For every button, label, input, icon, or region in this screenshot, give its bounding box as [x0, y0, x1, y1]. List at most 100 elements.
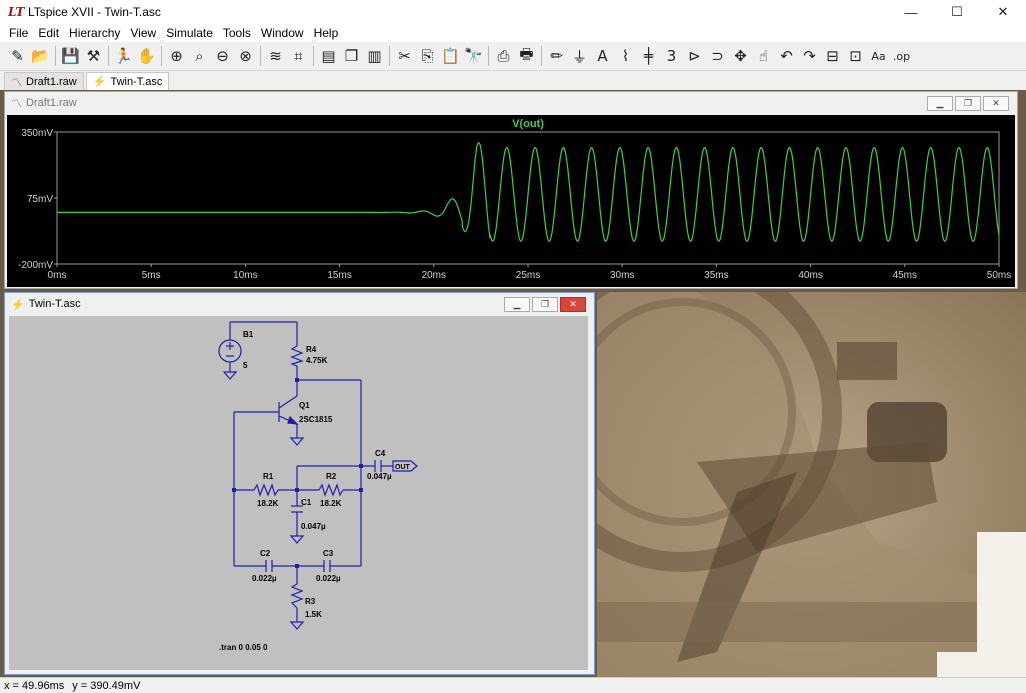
- y-tick-label: 350mV: [21, 128, 53, 139]
- menu-help[interactable]: Help: [309, 26, 344, 40]
- text-button[interactable]: Aa: [867, 44, 890, 68]
- run-button[interactable]: 🏃: [112, 44, 135, 68]
- schematic-window-titlebar[interactable]: ⚡ Twin-T.asc ▁ ❐ ✕: [5, 293, 594, 315]
- zoom-fit-button[interactable]: ⊗: [234, 44, 257, 68]
- schematic-restore-button[interactable]: ❐: [532, 296, 558, 312]
- waveform-restore-button[interactable]: ❐: [955, 95, 981, 111]
- resistor-r2[interactable]: [318, 483, 344, 497]
- r1-value: 18.2K: [257, 499, 279, 508]
- menu-edit[interactable]: Edit: [33, 26, 64, 40]
- pan-button[interactable]: ⌕: [188, 44, 211, 68]
- find-button[interactable]: 🔭: [462, 44, 485, 68]
- autorange-button[interactable]: ≋: [264, 44, 287, 68]
- undo-icon: ↶: [780, 47, 793, 65]
- tab-twin-t-asc[interactable]: ⚡ Twin-T.asc: [85, 72, 170, 90]
- capacitor-button[interactable]: ╪: [637, 44, 660, 68]
- tab-draft1-raw[interactable]: 〽 Draft1.raw: [4, 72, 84, 90]
- status-bar: x = 49.96ms y = 390.49mV: [0, 677, 1026, 693]
- trace-vout[interactable]: [57, 142, 1000, 242]
- menu-simulate[interactable]: Simulate: [161, 26, 218, 40]
- r4-name: R4: [306, 345, 317, 354]
- spice-directive[interactable]: .tran 0 0.05 0: [219, 643, 268, 652]
- print-icon: 🖶: [519, 44, 534, 63]
- cascade-button[interactable]: ❐: [340, 44, 363, 68]
- waveform-minimize-button[interactable]: ▁: [927, 95, 953, 111]
- schematic-window[interactable]: ⚡ Twin-T.asc ▁ ❐ ✕ B1 5 R4 4.75K Q1 2SC1…: [4, 292, 595, 675]
- resistor-r4[interactable]: [290, 345, 304, 367]
- capacitor-c2[interactable]: [265, 560, 273, 572]
- save-button[interactable]: 💾: [59, 44, 82, 68]
- open-button[interactable]: 📂: [29, 44, 52, 68]
- cut-button[interactable]: ✂: [393, 44, 416, 68]
- x-tick-label: 10ms: [233, 270, 257, 281]
- tile-horizontal-button[interactable]: ▤: [317, 44, 340, 68]
- draw-wire-button[interactable]: ✏: [545, 44, 568, 68]
- resistor-button[interactable]: ⌇: [614, 44, 637, 68]
- background-photo-svg: [522, 252, 1026, 677]
- zoom-out-button[interactable]: ⊖: [211, 44, 234, 68]
- schematic-close-button[interactable]: ✕: [560, 296, 586, 312]
- waveform-plot[interactable]: V(out) 350mV 75mV -200mV 0ms 5ms 10ms 15ms 20m…: [7, 115, 1015, 287]
- print-button[interactable]: 🖶: [515, 44, 538, 68]
- menu-hierarchy[interactable]: Hierarchy: [64, 26, 125, 40]
- copy-icon: ⎘: [421, 47, 434, 65]
- move-button[interactable]: ✥: [729, 44, 752, 68]
- waveform-window[interactable]: 〽 Draft1.raw ▁ ❐ ✕ V(out) 350mV 75mV -200m…: [4, 91, 1018, 289]
- maximize-button[interactable]: ☐: [934, 0, 980, 24]
- resistor-icon: ⌇: [621, 47, 630, 65]
- copy-button[interactable]: ⎘: [416, 44, 439, 68]
- menu-window[interactable]: Window: [256, 26, 309, 40]
- cascade-icon: ❐: [344, 47, 359, 65]
- undo-button[interactable]: ↶: [775, 44, 798, 68]
- capacitor-c3[interactable]: [323, 560, 331, 572]
- tile-vertical-button[interactable]: ▥: [363, 44, 386, 68]
- waveform-window-titlebar[interactable]: 〽 Draft1.raw ▁ ❐ ✕: [5, 92, 1017, 114]
- close-button[interactable]: ✕: [980, 0, 1026, 24]
- waveform-close-button[interactable]: ✕: [983, 95, 1009, 111]
- component-button[interactable]: ⊃: [706, 44, 729, 68]
- x-tick-label: 20ms: [422, 270, 446, 281]
- c1-name: C1: [301, 498, 312, 507]
- control-panel-button[interactable]: ⚒: [82, 44, 105, 68]
- r2-name: R2: [326, 472, 337, 481]
- spice-directive-button[interactable]: .op: [890, 44, 913, 68]
- menu-view[interactable]: View: [125, 26, 161, 40]
- redo-icon: ↷: [803, 47, 816, 65]
- paste-button[interactable]: 📋: [439, 44, 462, 68]
- diode-button[interactable]: ⊳: [683, 44, 706, 68]
- waveform-plot-svg[interactable]: V(out) 350mV75mV-200mV 0ms 5ms 10ms 15ms 20m…: [7, 115, 1015, 287]
- resistor-r1[interactable]: [253, 483, 279, 497]
- open-icon: 📂: [31, 47, 50, 65]
- y-axis-ticks: 350mV75mV-200mV: [18, 128, 57, 271]
- redo-button[interactable]: ↷: [798, 44, 821, 68]
- battery-b1[interactable]: [218, 339, 242, 363]
- document-tabs: 〽 Draft1.raw ⚡ Twin-T.asc: [0, 71, 1026, 90]
- x-tick-label: 30ms: [610, 270, 634, 281]
- inductor-button[interactable]: 3: [660, 44, 683, 68]
- ground-button[interactable]: ⏚: [568, 44, 591, 68]
- resistor-r3[interactable]: [290, 583, 304, 609]
- schematic-canvas[interactable]: B1 5 R4 4.75K Q1 2SC1815 C4 0.047µ OUT R…: [9, 316, 588, 670]
- rotate-button[interactable]: ⊟: [821, 44, 844, 68]
- halt-button[interactable]: ✋: [135, 44, 158, 68]
- q1-value: 2SC1815: [299, 415, 333, 424]
- cursor-x-readout: x = 49.96ms: [4, 679, 65, 692]
- schematic-svg[interactable]: B1 5 R4 4.75K Q1 2SC1815 C4 0.047µ OUT R…: [9, 316, 588, 670]
- schematic-minimize-button[interactable]: ▁: [504, 296, 530, 312]
- capacitor-c4[interactable]: [374, 460, 382, 472]
- minimize-button[interactable]: —: [888, 0, 934, 24]
- trace-title[interactable]: V(out): [512, 118, 544, 130]
- new-schematic-button[interactable]: ✎: [6, 44, 29, 68]
- menu-tools[interactable]: Tools: [218, 26, 256, 40]
- paste-icon: 📋: [441, 47, 460, 65]
- drag-button[interactable]: ☝: [752, 44, 775, 68]
- transistor-q1[interactable]: [278, 395, 299, 425]
- halt-icon: ✋: [137, 47, 156, 65]
- print-preview-button[interactable]: ⎙: [492, 44, 515, 68]
- zoom-in-button[interactable]: ⊕: [165, 44, 188, 68]
- c2-value: 0.022µ: [252, 574, 277, 583]
- delete-trace-button[interactable]: ⌗: [287, 44, 310, 68]
- menu-file[interactable]: File: [4, 26, 33, 40]
- mirror-button[interactable]: ⊡: [844, 44, 867, 68]
- label-net-button[interactable]: A: [591, 44, 614, 68]
